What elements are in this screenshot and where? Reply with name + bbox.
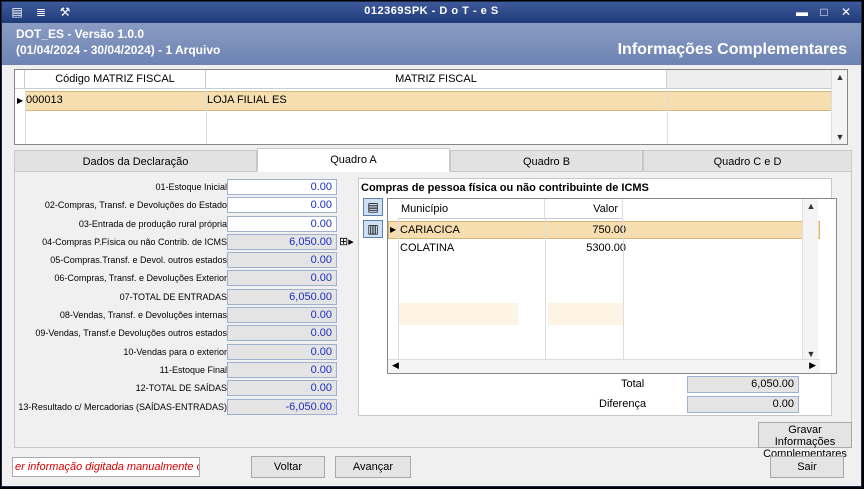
col-municipio-header[interactable]: Município xyxy=(398,199,545,219)
scroll-down-icon[interactable]: ▼ xyxy=(832,132,848,142)
delete-row-icon[interactable]: ▥ xyxy=(363,220,383,238)
field-label: 13-Resultado c/ Mercadorias (SAÍDAS-ENTR… xyxy=(18,402,227,412)
tab-bar: Dados da Declaração Quadro A Quadro B Qu… xyxy=(14,148,852,172)
compras-scrollbar[interactable]: ▲ ▼ xyxy=(802,199,818,361)
tab-quadro-b[interactable]: Quadro B xyxy=(450,150,643,172)
diferenca-value: 0.00 xyxy=(687,396,799,413)
compras-pf-group: Compras de pessoa física ou não contribu… xyxy=(358,178,837,416)
title-bar: ▤ ≣ ⚒ 012369SPK - D o T - e S ▬ □ ✕ xyxy=(2,2,861,23)
municipio-cell: CARIACICA xyxy=(400,224,460,236)
col-matriz-header[interactable]: MATRIZ FISCAL xyxy=(206,70,667,89)
window-title: 012369SPK - D o T - e S xyxy=(364,5,499,17)
compras-grid[interactable]: Município Valor ▶ CARIACICA 750.00 COLAT… xyxy=(387,198,837,374)
vendas-internas-input[interactable]: 0.00 xyxy=(227,307,337,323)
tab-dados[interactable]: Dados da Declaração xyxy=(14,150,257,172)
total-entradas-input[interactable]: 6,050.00 xyxy=(227,289,337,305)
resultado-input[interactable]: -6,050.00 xyxy=(227,399,337,415)
scroll-up-icon[interactable]: ▲ xyxy=(832,72,848,82)
compras-exterior-input[interactable]: 0.00 xyxy=(227,270,337,286)
tab-quadro-c-d[interactable]: Quadro C e D xyxy=(643,150,852,172)
compras-outros-estados-input[interactable]: 0.00 xyxy=(227,252,337,268)
compras-estado-input[interactable]: 0.00 xyxy=(227,197,337,213)
page-title: Informações Complementares xyxy=(617,41,847,58)
version-label: DOT_ES - Versão 1.0.0 xyxy=(16,27,145,41)
vendas-exterior-input[interactable]: 0.00 xyxy=(227,344,337,360)
field-label: 10-Vendas para o exterior xyxy=(123,347,227,357)
row-pointer-icon: ▶ xyxy=(17,96,24,105)
field-label: 06-Compras, Transf. e Devoluções Exterio… xyxy=(54,273,227,283)
field-label: 12-TOTAL DE SAÍDAS xyxy=(135,383,227,393)
detail-grid-icon[interactable]: ⊞▸ xyxy=(339,235,354,248)
tab-quadro-a[interactable]: Quadro A xyxy=(257,148,450,172)
valor-cell: 5300.00 xyxy=(586,242,626,254)
main-window: ▤ ≣ ⚒ 012369SPK - D o T - e S ▬ □ ✕ DOT_… xyxy=(1,1,862,487)
field-label: 09-Vendas, Transf.e Devoluções outros es… xyxy=(35,328,227,338)
code-cell: 000013 xyxy=(26,94,63,106)
municipio-cell: COLATINA xyxy=(400,242,455,254)
gravar-button[interactable]: Gravar Informações Complementares xyxy=(758,422,852,460)
row-pointer-icon: ▶ xyxy=(390,225,397,234)
add-row-icon[interactable]: ▤ xyxy=(363,198,383,216)
avancar-button[interactable]: Avançar xyxy=(335,456,411,478)
field-label: 01-Estoque Inicial xyxy=(155,182,227,192)
field-label: 04-Compras P.Física ou não Contrib. de I… xyxy=(42,237,227,247)
header-banner: DOT_ES - Versão 1.0.0 (01/04/2024 - 30/0… xyxy=(2,23,861,65)
scroll-right-icon[interactable]: ▶ xyxy=(809,360,816,371)
compras-pf-input[interactable]: 6,050.00 xyxy=(227,234,337,250)
field-label: 07-TOTAL DE ENTRADAS xyxy=(119,292,227,302)
total-saidas-input[interactable]: 0.00 xyxy=(227,380,337,396)
estoque-inicial-input[interactable]: 0.00 xyxy=(227,179,337,195)
scroll-left-icon[interactable]: ◀ xyxy=(392,360,399,371)
compras-caption: Compras de pessoa física ou não contribu… xyxy=(361,182,649,194)
field-label: 08-Vendas, Transf. e Devoluções internas xyxy=(59,310,227,320)
col-codigo-header[interactable]: Código MATRIZ FISCAL xyxy=(25,70,206,89)
close-button[interactable]: ✕ xyxy=(837,5,855,19)
diferenca-label: Diferença xyxy=(599,398,647,410)
voltar-button[interactable]: Voltar xyxy=(251,456,325,478)
total-label: Total xyxy=(621,378,645,390)
estoque-final-input[interactable]: 0.00 xyxy=(227,362,337,378)
table-row[interactable]: CARIACICA 750.00 xyxy=(398,221,820,239)
table-row[interactable]: COLATINA 5300.00 xyxy=(398,239,820,257)
maximize-button[interactable]: □ xyxy=(815,5,833,19)
minimize-button[interactable]: ▬ xyxy=(793,5,811,19)
scroll-up-icon[interactable]: ▲ xyxy=(803,201,819,211)
field-label: 03-Entrada de produção rural própria xyxy=(78,219,227,229)
compras-hscrollbar[interactable]: ◀ ▶ xyxy=(388,359,820,373)
field-label: 02-Compras, Transf. e Devoluções do Esta… xyxy=(44,200,227,210)
valor-cell: 750.00 xyxy=(592,224,626,236)
vendas-outros-estados-input[interactable]: 0.00 xyxy=(227,325,337,341)
field-label: 05-Compras.Transf. e Devol. outros estad… xyxy=(50,255,227,265)
scroll-down-icon[interactable]: ▼ xyxy=(803,349,819,359)
table-row[interactable]: 000013 LOJA FILIAL ES xyxy=(25,91,833,111)
matriz-grid[interactable]: Código MATRIZ FISCAL MATRIZ FISCAL 00001… xyxy=(14,69,848,145)
period-label: (01/04/2024 - 30/04/2024) - 1 Arquivo xyxy=(16,43,221,57)
producao-rural-input[interactable]: 0.00 xyxy=(227,216,337,232)
total-value: 6,050.00 xyxy=(687,376,799,393)
name-cell: LOJA FILIAL ES xyxy=(207,94,287,106)
matriz-scrollbar[interactable]: ▲ ▼ xyxy=(831,70,847,144)
status-message: er informação digitada manualmente ou in xyxy=(12,457,200,477)
quadro-a-panel: 01-Estoque Inicial 0.00 02-Compras, Tran… xyxy=(14,172,852,460)
col-valor-header[interactable]: Valor xyxy=(545,199,623,219)
sair-button[interactable]: Sair xyxy=(770,456,844,478)
field-label: 11-Estoque Final xyxy=(159,365,227,375)
